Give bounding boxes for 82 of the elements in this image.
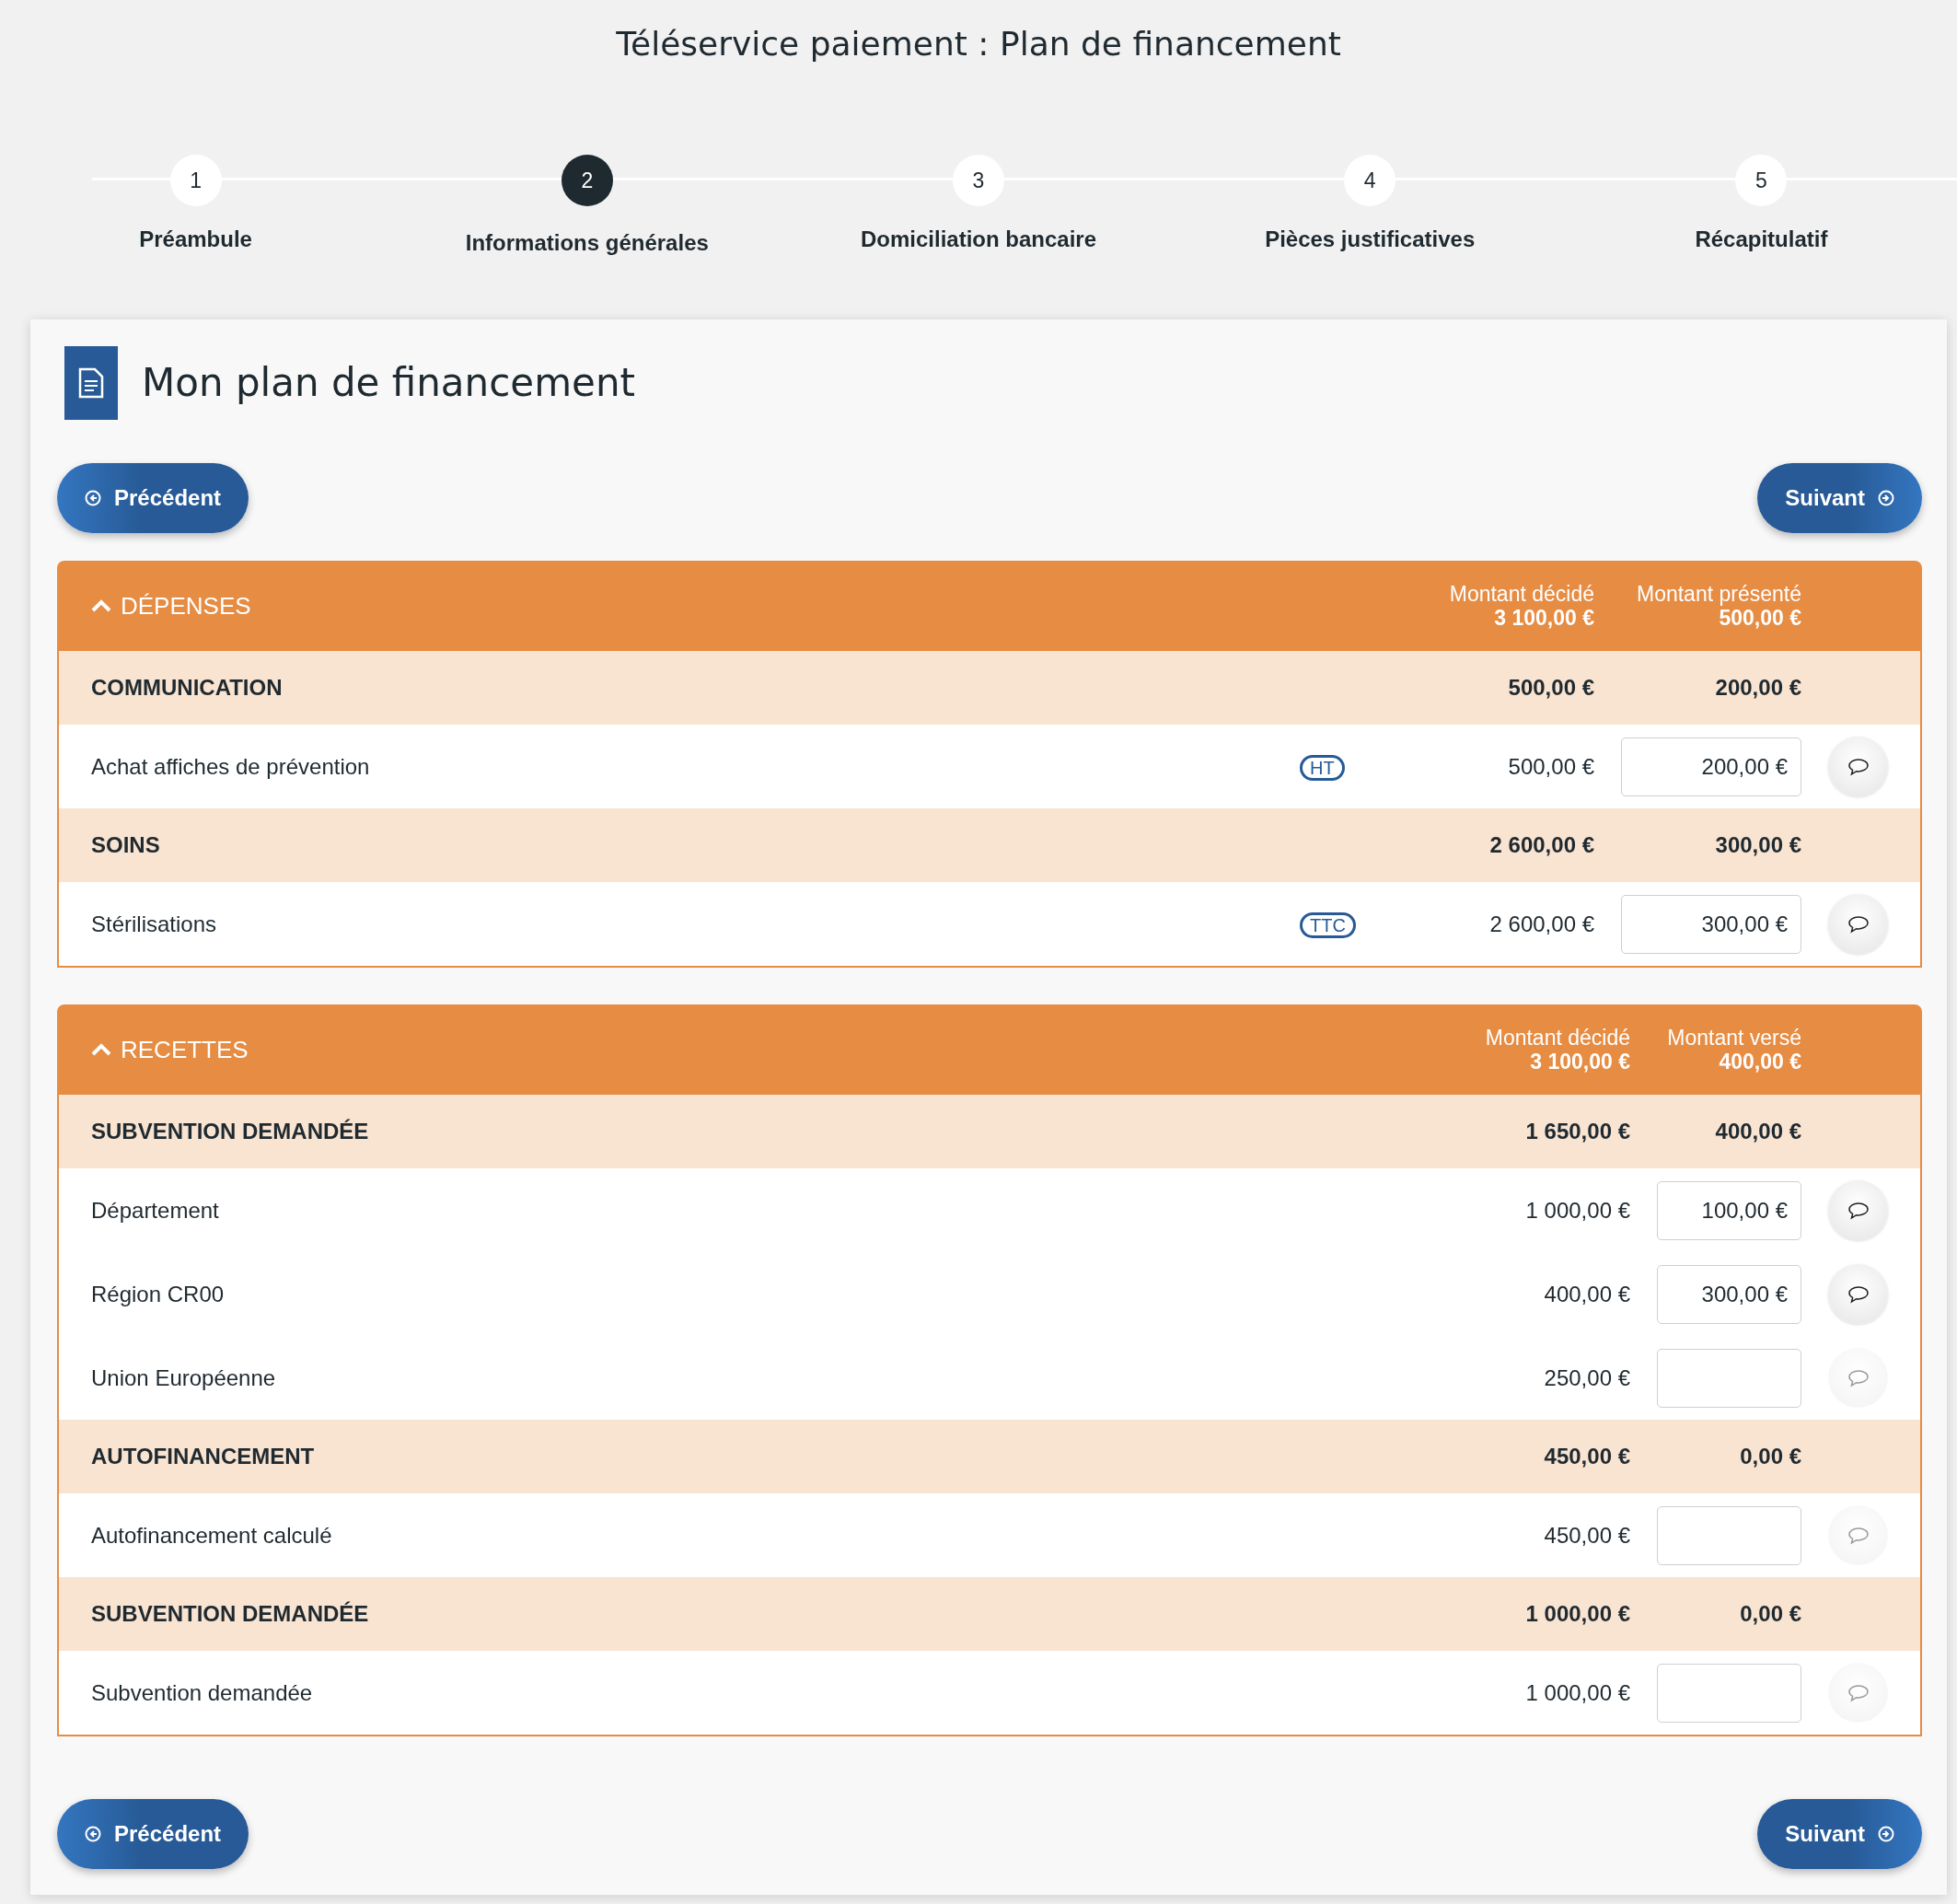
group-amount-total: 300,00 € [1715, 832, 1801, 857]
group-decided-total: 2 600,00 € [1489, 832, 1594, 857]
group-name: COMMUNICATION [91, 675, 283, 700]
tax-tag: TTC [1300, 911, 1356, 938]
next-button[interactable]: Suivant [1757, 1799, 1922, 1869]
step-label: Récapitulatif [1695, 226, 1828, 253]
group-decided-total: 500,00 € [1508, 675, 1594, 700]
column-total: 500,00 € [1718, 606, 1801, 631]
step-label: Préambule [139, 226, 252, 253]
speech-bubble-icon [1847, 1201, 1870, 1220]
step-label: Pièces justificatives [1265, 226, 1476, 253]
line-label: Union Européenne [91, 1364, 276, 1390]
arrow-left-icon [85, 1826, 101, 1842]
page-title: Téléservice paiement : Plan de financement [615, 24, 1342, 64]
column-label: Montant décidé [1449, 581, 1594, 606]
arrow-right-icon [1878, 1826, 1894, 1842]
line-label: Autofinancement calculé [91, 1522, 332, 1548]
speech-bubble-icon [1847, 757, 1870, 776]
decided-amount: 450,00 € [1544, 1522, 1630, 1548]
group-decided-total: 1 000,00 € [1525, 1601, 1630, 1626]
column-label: Montant présenté [1636, 581, 1801, 606]
step-number[interactable]: 1 [169, 155, 222, 206]
section-title: DÉPENSES [121, 590, 251, 621]
comment-button[interactable] [1828, 894, 1888, 954]
comment-button[interactable] [1828, 1264, 1888, 1324]
document-icon [64, 346, 118, 420]
line-label: Stérilisations [91, 911, 217, 936]
group-amount-total: 400,00 € [1715, 1119, 1801, 1144]
column-total: 400,00 € [1718, 1050, 1801, 1074]
step-number[interactable]: 3 [953, 155, 1004, 206]
decided-amount: 400,00 € [1544, 1281, 1630, 1306]
amount-input[interactable] [1657, 1505, 1801, 1565]
amount-input[interactable]: 300,00 € [1657, 1264, 1801, 1324]
line-label: Département [91, 1197, 219, 1223]
group-name: SUBVENTION DEMANDÉE [91, 1601, 369, 1626]
group-amount-total: 0,00 € [1740, 1444, 1801, 1469]
step-number[interactable]: 5 [1735, 155, 1788, 206]
next-button[interactable]: Suivant [1757, 463, 1922, 533]
decided-amount: 2 600,00 € [1489, 911, 1594, 936]
step-label: Informations générales [465, 229, 709, 257]
step-number[interactable]: 2 [561, 155, 613, 206]
arrow-right-icon [1878, 490, 1894, 506]
amount-input[interactable]: 300,00 € [1621, 894, 1801, 954]
group-amount-total: 0,00 € [1740, 1601, 1801, 1626]
speech-bubble-icon [1847, 1368, 1870, 1387]
previous-button[interactable]: Précédent [57, 1799, 249, 1869]
amount-input[interactable] [1657, 1348, 1801, 1408]
chevron-up-icon [91, 1043, 111, 1056]
decided-amount: 250,00 € [1544, 1364, 1630, 1390]
section-title: RECETTES [121, 1034, 249, 1065]
decided-amount: 500,00 € [1508, 753, 1594, 779]
comment-button[interactable] [1828, 1180, 1888, 1240]
column-total: 3 100,00 € [1529, 1050, 1630, 1074]
column-label: Montant versé [1666, 1025, 1801, 1050]
chevron-up-icon [91, 599, 111, 612]
amount-input[interactable] [1657, 1663, 1801, 1723]
line-label: Subvention demandée [91, 1679, 313, 1705]
group-amount-total: 200,00 € [1715, 675, 1801, 700]
speech-bubble-icon [1847, 1526, 1870, 1545]
decided-amount: 1 000,00 € [1525, 1197, 1630, 1223]
group-decided-total: 1 650,00 € [1525, 1119, 1630, 1144]
decided-amount: 1 000,00 € [1525, 1679, 1630, 1705]
amount-input[interactable]: 100,00 € [1657, 1180, 1801, 1240]
step-label: Domiciliation bancaire [860, 226, 1097, 253]
group-name: SUBVENTION DEMANDÉE [91, 1119, 369, 1144]
previous-button[interactable]: Précédent [57, 463, 249, 533]
arrow-left-icon [85, 490, 101, 506]
comment-button[interactable] [1828, 737, 1888, 796]
group-name: AUTOFINANCEMENT [91, 1444, 315, 1469]
group-decided-total: 450,00 € [1544, 1444, 1630, 1469]
column-label: Montant décidé [1485, 1025, 1630, 1050]
step-number[interactable]: 4 [1344, 155, 1396, 206]
amount-input[interactable]: 200,00 € [1621, 737, 1801, 796]
line-label: Région CR00 [91, 1281, 225, 1306]
column-total: 3 100,00 € [1493, 606, 1594, 631]
section-heading: Mon plan de financement [142, 359, 635, 407]
speech-bubble-icon [1847, 1284, 1870, 1304]
tax-tag: HT [1300, 754, 1345, 781]
line-label: Achat affiches de prévention [91, 753, 370, 779]
group-name: SOINS [91, 832, 160, 857]
speech-bubble-icon [1847, 914, 1870, 934]
speech-bubble-icon [1847, 1683, 1870, 1702]
